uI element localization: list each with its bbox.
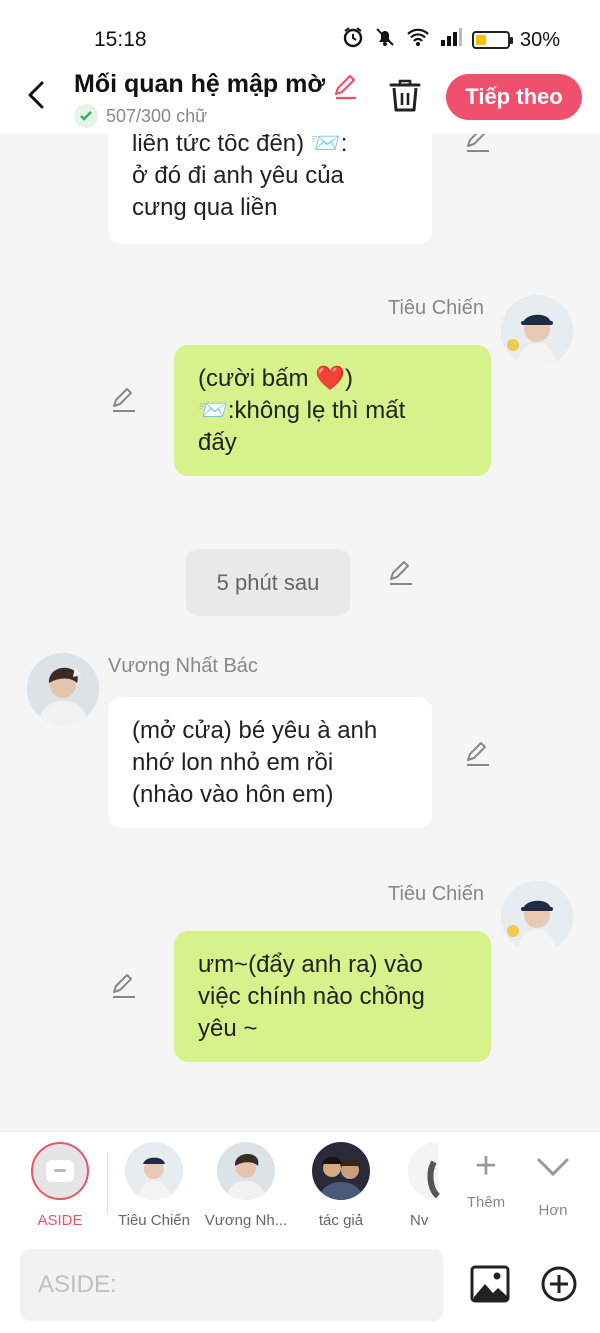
delete-button[interactable] <box>388 78 422 114</box>
message-bubble[interactable]: (cười bấm ❤️) 📨:không lẹ thì mất đấy <box>174 345 491 476</box>
avatar[interactable] <box>27 653 99 725</box>
header: Mối quan hệ mập mờ 507/300 chữ Tiếp theo <box>0 60 600 134</box>
avatar <box>312 1142 370 1200</box>
divider <box>107 1152 108 1214</box>
character-nv[interactable]: Nv <box>376 1142 456 1229</box>
status-time: 15:18 <box>94 28 147 51</box>
message-text: liền tức tốc đến) 📨: ở đó đi anh yêu của… <box>132 134 348 221</box>
timeline-marker[interactable]: 5 phút sau <box>186 549 350 616</box>
edit-message-button[interactable] <box>110 386 138 414</box>
pencil-icon <box>113 388 135 412</box>
character-label: Vương Nh... <box>204 1212 288 1229</box>
message-input[interactable] <box>20 1249 443 1321</box>
edit-timeline-button[interactable] <box>387 559 415 587</box>
pencil-icon <box>467 742 489 766</box>
avatar <box>125 1142 183 1200</box>
expand-button[interactable]: Hơn <box>518 1146 588 1219</box>
message-bubble[interactable]: (mở cửa) bé yêu à anh nhớ lon nhỏ em rồi… <box>108 697 432 828</box>
sender-name: Tiêu Chiến <box>388 297 484 319</box>
message-bubble[interactable]: liền tức tốc đến) 📨: ở đó đi anh yêu của… <box>108 134 432 244</box>
chevron-left-icon <box>28 81 44 109</box>
back-button[interactable] <box>20 78 54 112</box>
chat-area[interactable]: liền tức tốc đến) 📨: ở đó đi anh yêu của… <box>0 134 600 1130</box>
add-character-label: Thêm <box>466 1194 506 1211</box>
battery-icon <box>471 31 513 49</box>
trash-icon <box>389 79 421 112</box>
battery-percent: 30% <box>519 28 560 51</box>
expand-label: Hơn <box>538 1202 568 1219</box>
mute-icon <box>374 26 396 54</box>
word-count-text: 507/300 chữ <box>106 105 208 126</box>
wifi-icon <box>406 27 430 53</box>
character-aside[interactable]: ASIDE <box>15 1142 105 1229</box>
aside-icon <box>31 1142 89 1200</box>
pencil-icon <box>390 561 412 585</box>
message-text: ưm~(đẩy anh ra) vào việc chính nào chồng… <box>198 951 425 1042</box>
character-tac-gia[interactable]: tác giả <box>296 1142 386 1229</box>
alarm-icon <box>342 26 364 54</box>
avatar[interactable] <box>501 881 573 953</box>
sender-name: Tiêu Chiến <box>388 883 484 905</box>
image-button[interactable] <box>470 1265 510 1303</box>
character-label: tác giả <box>318 1212 364 1229</box>
page-title: Mối quan hệ mập mờ <box>74 70 326 98</box>
signal-icon <box>440 28 462 52</box>
sender-name: Vương Nhất Bác <box>108 655 258 677</box>
pencil-icon <box>467 134 489 152</box>
character-label: Nv <box>410 1212 429 1229</box>
message-bubble[interactable]: ưm~(đẩy anh ra) vào việc chính nào chồng… <box>174 931 491 1062</box>
avatar <box>217 1142 275 1200</box>
word-count: 507/300 chữ <box>74 104 207 128</box>
image-icon <box>470 1265 510 1303</box>
plus-circle-icon <box>541 1266 577 1302</box>
add-character-button[interactable]: + Thêm <box>451 1146 521 1211</box>
chevron-down-icon <box>518 1146 588 1194</box>
next-button[interactable]: Tiếp theo <box>446 74 582 120</box>
input-bar <box>0 1239 600 1333</box>
message-text: (mở cửa) bé yêu à anh nhớ lon nhỏ em rồi… <box>132 717 378 808</box>
character-label: ASIDE <box>37 1212 83 1229</box>
edit-title-button[interactable] <box>332 72 360 100</box>
character-bar: ASIDE Tiêu Chiến Vương Nh... tác giả Nv … <box>0 1131 600 1239</box>
message-text: (cười bấm ❤️) 📨:không lẹ thì mất đấy <box>198 365 406 456</box>
edit-message-button[interactable] <box>110 972 138 1000</box>
avatar <box>408 1142 456 1200</box>
add-button[interactable] <box>540 1265 578 1303</box>
check-icon <box>74 104 98 128</box>
character-label: Tiêu Chiến <box>118 1212 190 1229</box>
edit-message-button[interactable] <box>464 134 492 154</box>
avatar[interactable] <box>501 295 573 367</box>
edit-message-button[interactable] <box>464 740 492 768</box>
pencil-icon <box>113 974 135 998</box>
pencil-icon <box>334 74 356 100</box>
character-vuong-nhat-bac[interactable]: Vương Nh... <box>201 1142 291 1229</box>
character-tieu-chien[interactable]: Tiêu Chiến <box>109 1142 199 1229</box>
plus-icon: + <box>474 1145 498 1187</box>
